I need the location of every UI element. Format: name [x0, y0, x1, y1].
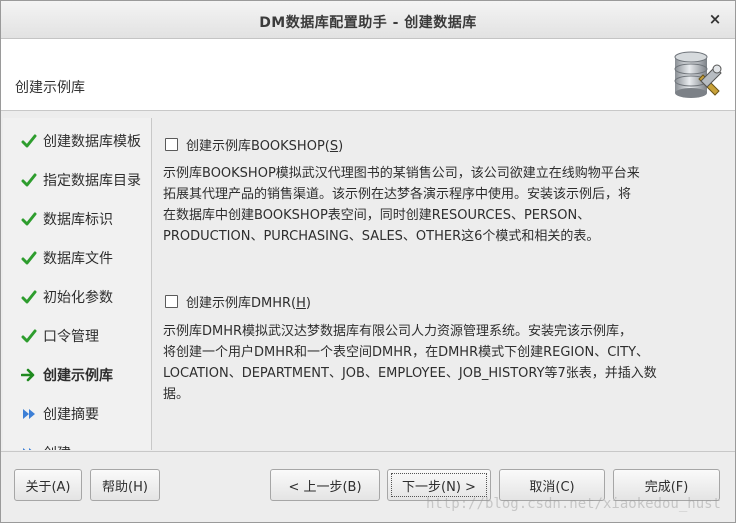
- step-label: 数据库标识: [43, 212, 113, 228]
- help-button[interactable]: 帮助(H): [90, 469, 160, 501]
- bookshop-checkbox[interactable]: [165, 138, 178, 151]
- wizard-steps-sidebar: 创建数据库模板 指定数据库目录 数据库标识 数据库文件 初始化参数 口令管理 创…: [3, 118, 152, 450]
- step-item-sample-db: 创建示例库: [3, 362, 151, 388]
- check-icon: [21, 134, 37, 148]
- check-icon: [21, 251, 37, 265]
- window-title: DM数据库配置助手 - 创建数据库: [259, 15, 477, 31]
- title-bar[interactable]: DM数据库配置助手 - 创建数据库 ×: [1, 1, 735, 39]
- step-item-password: 口令管理: [3, 323, 151, 349]
- close-icon[interactable]: ×: [707, 11, 723, 27]
- step-label: 创建摘要: [43, 407, 99, 423]
- watermark-text: http://blog.csdn.net/xiaokedou_hust: [425, 496, 721, 512]
- dialog-window: DM数据库配置助手 - 创建数据库 × 创建示例库 创建数据库模板 指定数据库目…: [0, 0, 736, 523]
- step-label: 创建示例库: [43, 368, 113, 384]
- step-label: 创建数据库模板: [43, 134, 141, 150]
- arrow-right-icon: [21, 368, 35, 382]
- bookshop-label: 创建示例库BOOKSHOP(S): [186, 139, 344, 154]
- dmhr-label: 创建示例库DMHR(H): [186, 296, 311, 311]
- dmhr-checkbox[interactable]: [165, 295, 178, 308]
- step-item-identifier: 数据库标识: [3, 206, 151, 232]
- step-item-directory: 指定数据库目录: [3, 167, 151, 193]
- step-label: 口令管理: [43, 329, 99, 345]
- about-button[interactable]: 关于(A): [14, 469, 82, 501]
- page-header: 创建示例库: [1, 39, 735, 111]
- step-label: 初始化参数: [43, 290, 113, 306]
- database-wrench-icon: [674, 51, 722, 98]
- step-item-template: 创建数据库模板: [3, 128, 151, 154]
- double-chevron-right-icon: [23, 448, 32, 450]
- step-item-init-params: 初始化参数: [3, 284, 151, 310]
- step-label: 创建: [43, 443, 71, 450]
- step-label: 指定数据库目录: [43, 173, 141, 189]
- check-icon: [21, 173, 37, 187]
- main-content: 创建示例库BOOKSHOP(S) 示例库BOOKSHOP模拟武汉代理图书的某销售…: [153, 118, 729, 450]
- step-item-summary: 创建摘要: [3, 401, 151, 427]
- dmhr-option[interactable]: 创建示例库DMHR(H): [165, 292, 311, 311]
- dmhr-description: 示例库DMHR模拟武汉达梦数据库有限公司人力资源管理系统。安装完该示例库， 将创…: [163, 324, 657, 402]
- page-title: 创建示例库: [15, 80, 85, 96]
- check-icon: [21, 212, 37, 226]
- double-chevron-right-icon: [23, 409, 35, 419]
- bookshop-description: 示例库BOOKSHOP模拟武汉代理图书的某销售公司，该公司欲建立在线购物平台来 …: [163, 166, 640, 244]
- check-icon: [21, 290, 37, 304]
- step-item-create: 创建: [3, 440, 151, 450]
- button-bar: 关于(A) 帮助(H) < 上一步(B) 下一步(N) > 取消(C) 完成(F…: [1, 451, 735, 522]
- prev-button[interactable]: < 上一步(B): [270, 469, 380, 501]
- step-label: 数据库文件: [43, 251, 113, 267]
- bookshop-option[interactable]: 创建示例库BOOKSHOP(S): [165, 135, 343, 154]
- step-item-files: 数据库文件: [3, 245, 151, 271]
- check-icon: [21, 329, 37, 343]
